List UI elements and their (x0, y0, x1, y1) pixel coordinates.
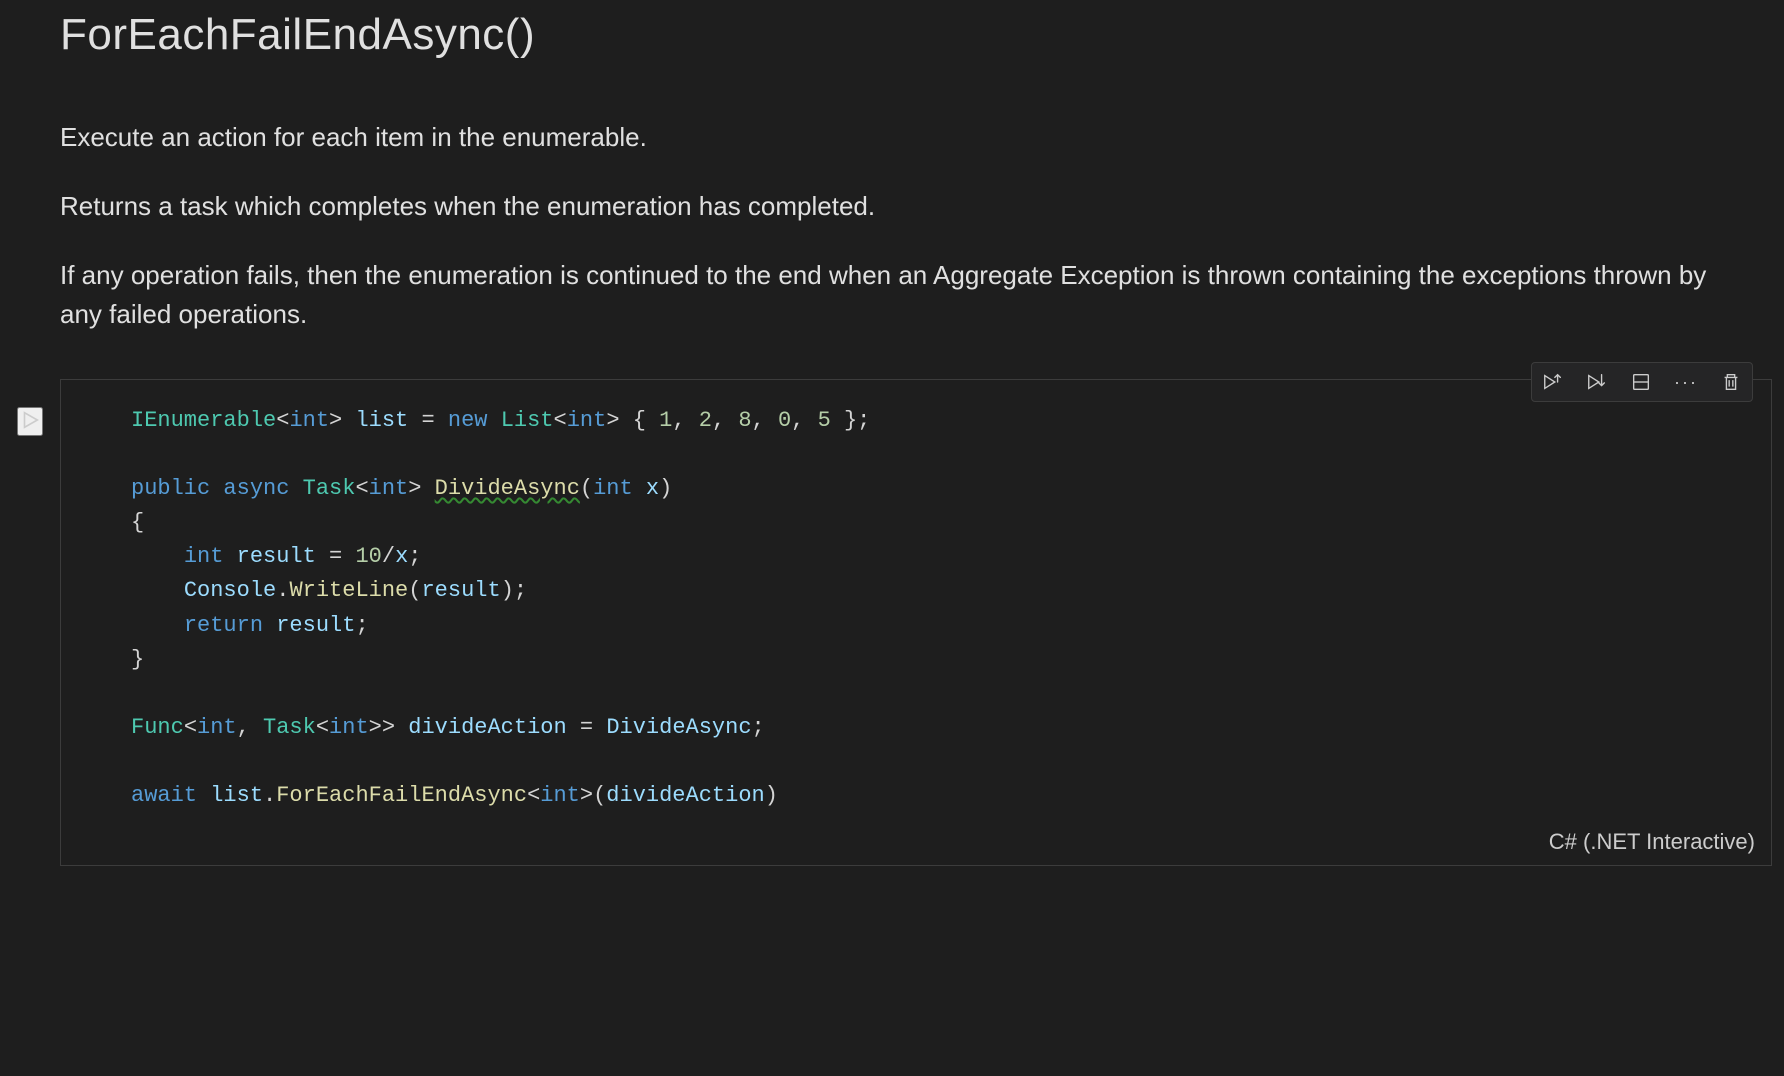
code-cell[interactable]: ··· IEnumerable<int> list = new List<int… (60, 379, 1772, 866)
code-token: int (329, 715, 369, 740)
execute-below-button[interactable] (1582, 367, 1612, 397)
cell-language-label[interactable]: C# (.NET Interactive) (61, 823, 1771, 865)
code-token: x (395, 544, 408, 569)
code-token: ForEachFailEndAsync (276, 783, 527, 808)
page-title: ForEachFailEndAsync() (60, 10, 1724, 60)
code-token: x (646, 476, 659, 501)
code-token: result (237, 544, 316, 569)
trash-icon (1720, 371, 1742, 393)
play-icon (19, 409, 41, 431)
run-by-line-button[interactable] (1538, 367, 1568, 397)
code-token: 1 (659, 408, 672, 433)
code-token: int (593, 476, 633, 501)
code-token: int (197, 715, 237, 740)
code-token: int (369, 476, 409, 501)
run-cell-button[interactable] (17, 407, 43, 436)
description-line-1: Execute an action for each item in the e… (60, 118, 1724, 157)
description-line-2: Returns a task which completes when the … (60, 187, 1724, 226)
code-token: result (421, 578, 500, 603)
code-token: List (501, 408, 554, 433)
code-token: new (448, 408, 488, 433)
code-token: DivideAsync (606, 715, 751, 740)
code-token: return (184, 613, 263, 638)
code-token: Task (263, 715, 316, 740)
more-actions-button[interactable]: ··· (1670, 368, 1702, 397)
code-token: public (131, 476, 210, 501)
code-token: divideAction (408, 715, 566, 740)
code-token: Console (184, 578, 276, 603)
code-token: int (567, 408, 607, 433)
ellipsis-icon: ··· (1674, 372, 1698, 393)
play-up-icon (1542, 371, 1564, 393)
code-token-warning: DivideAsync (435, 476, 580, 501)
cell-toolbar: ··· (1531, 362, 1753, 402)
code-token: Task (303, 476, 356, 501)
code-cell-wrapper: ··· IEnumerable<int> list = new List<int… (0, 379, 1784, 866)
code-token: divideAction (606, 783, 764, 808)
code-token: IEnumerable (131, 408, 276, 433)
code-token: WriteLine (289, 578, 408, 603)
code-token: int (540, 783, 580, 808)
code-token: int (289, 408, 329, 433)
description-block: Execute an action for each item in the e… (60, 118, 1724, 334)
description-line-3: If any operation fails, then the enumera… (60, 256, 1724, 334)
split-cell-button[interactable] (1626, 367, 1656, 397)
code-token: await (131, 783, 197, 808)
code-token: 5 (818, 408, 831, 433)
code-token: result (276, 613, 355, 638)
delete-cell-button[interactable] (1716, 367, 1746, 397)
code-token: 0 (778, 408, 791, 433)
code-token: 2 (699, 408, 712, 433)
code-token: 8 (738, 408, 751, 433)
code-token: 10 (355, 544, 381, 569)
play-down-icon (1586, 371, 1608, 393)
split-icon (1630, 371, 1652, 393)
code-token: list (210, 783, 263, 808)
code-token: Func (131, 715, 184, 740)
code-token: list (355, 408, 408, 433)
code-editor[interactable]: IEnumerable<int> list = new List<int> { … (61, 380, 1771, 823)
code-token: async (223, 476, 289, 501)
code-token: int (184, 544, 224, 569)
